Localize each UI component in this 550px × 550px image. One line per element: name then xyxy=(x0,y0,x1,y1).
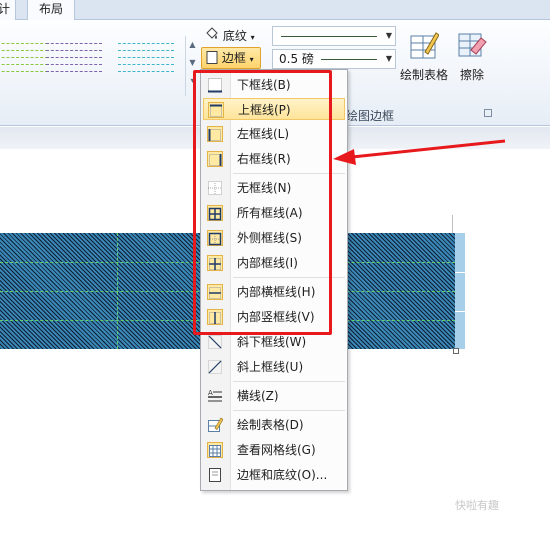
watermark: 快啦有趣 xyxy=(455,499,499,512)
annotation-arrow-icon xyxy=(333,139,506,165)
